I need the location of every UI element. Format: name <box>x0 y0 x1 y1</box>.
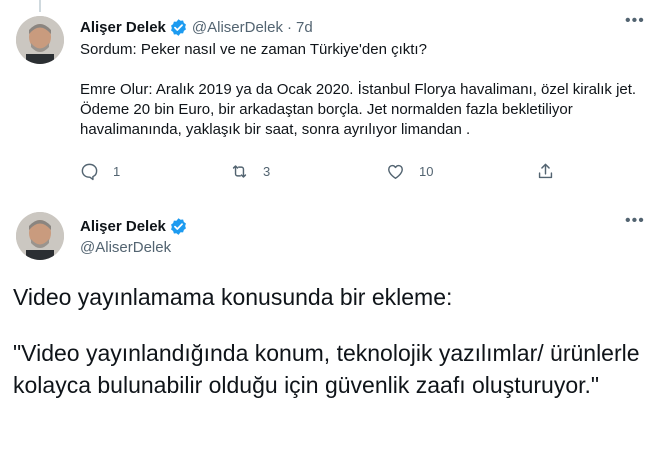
retweet-button[interactable]: 3 <box>230 162 270 181</box>
reply-count: 1 <box>113 164 121 179</box>
reply-icon <box>81 163 98 181</box>
verified-badge-icon <box>169 18 188 37</box>
tweet-header: Alişer Delek @AliserDelek · 7d <box>80 16 313 38</box>
user-handle[interactable]: @AliserDelek <box>192 19 283 36</box>
reply-button[interactable]: 1 <box>80 162 120 181</box>
like-button[interactable]: 10 <box>386 162 433 181</box>
verified-badge-icon <box>169 217 188 236</box>
retweet-count: 3 <box>263 164 271 179</box>
tweet-text: Video yayınlamama konusunda bir ekleme: … <box>13 281 653 401</box>
tweet-question-text: Sordum: Peker nasıl ve ne zaman Türkiye'… <box>80 41 427 58</box>
tweet-header: Alişer Delek @AliserDelek <box>80 215 188 256</box>
more-options-icon[interactable]: ••• <box>625 12 645 30</box>
separator-dot: · <box>286 18 292 36</box>
thread-connector-line <box>39 0 41 12</box>
avatar[interactable] <box>16 16 64 64</box>
display-name[interactable]: Alişer Delek <box>80 218 166 235</box>
user-handle[interactable]: @AliserDelek <box>80 239 188 256</box>
timestamp[interactable]: 7d <box>296 19 313 36</box>
like-count: 10 <box>419 164 434 179</box>
display-name[interactable]: Alişer Delek <box>80 19 166 36</box>
retweet-icon <box>232 165 247 178</box>
tweet-answer-text: Emre Olur: Aralık 2019 ya da Ocak 2020. … <box>80 81 637 138</box>
more-options-icon[interactable]: ••• <box>625 212 645 230</box>
tweet-quote-text: "Video yayınlandığında konum, teknolojik… <box>13 340 640 398</box>
tweet-actions-bar: 1 3 10 <box>80 162 560 186</box>
tweet-text: Sordum: Peker nasıl ve ne zaman Türkiye'… <box>80 40 640 140</box>
tweet-text-line: Video yayınlamama konusunda bir ekleme: <box>13 284 453 310</box>
share-button[interactable] <box>536 162 555 181</box>
avatar[interactable] <box>16 212 64 260</box>
heart-icon <box>388 164 403 179</box>
share-icon <box>538 163 553 179</box>
